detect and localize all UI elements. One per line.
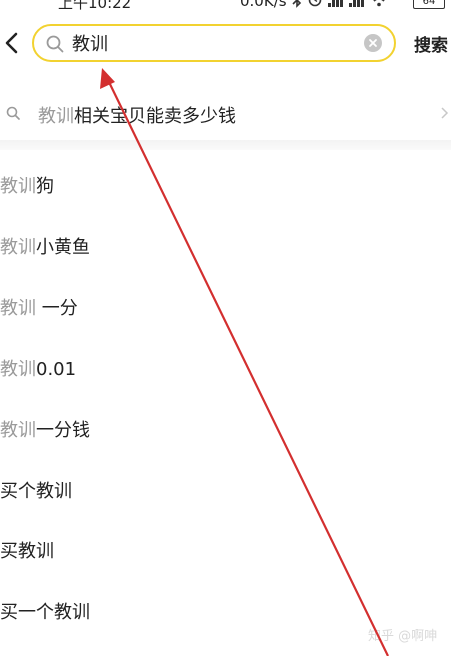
search-suggestion-screen: 上午10:22 0.0K/s 64 教训 搜索 教训相关宝贝能卖多少钱 教训狗 … xyxy=(0,0,451,656)
clear-icon xyxy=(369,39,377,47)
suggestion-rest: 小黄鱼 xyxy=(36,237,90,258)
watermark: 知乎 @啊呻 xyxy=(368,629,438,644)
suggestion-item[interactable]: 教训0.01 xyxy=(0,355,451,395)
section-divider xyxy=(0,140,451,150)
related-price-suggestion[interactable]: 教训相关宝贝能卖多少钱 xyxy=(0,92,451,136)
query-highlight: 教训 xyxy=(0,176,36,197)
signal-icon-2 xyxy=(349,0,364,7)
status-bar: 上午10:22 0.0K/s 64 xyxy=(0,0,451,14)
alarm-icon xyxy=(308,0,322,7)
suggestion-item[interactable]: 教训一分钱 xyxy=(0,416,451,456)
query-highlight: 教训 xyxy=(0,359,36,380)
wifi-icon xyxy=(373,0,385,7)
suggestion-item[interactable]: 教训小黄鱼 xyxy=(0,233,451,273)
clear-button[interactable] xyxy=(364,34,382,52)
suggestion-rest: 买教训 xyxy=(0,541,54,562)
suggestion-item[interactable]: 买教训 xyxy=(0,537,451,577)
signal-icon xyxy=(328,0,343,7)
search-icon xyxy=(6,106,20,120)
status-time: 上午10:22 xyxy=(58,0,132,12)
suggestion-rest: 一分钱 xyxy=(36,420,90,441)
suggestion-rest: 狗 xyxy=(36,176,54,197)
bluetooth-icon xyxy=(292,0,302,8)
search-icon xyxy=(46,35,64,53)
battery-icon: 64 xyxy=(413,0,445,9)
suggestion-rest: 买个教训 xyxy=(0,481,72,502)
status-icons xyxy=(292,0,388,8)
suggestion-rest: 买一个教训 xyxy=(0,602,90,623)
chevron-right-icon xyxy=(441,107,449,119)
search-box[interactable] xyxy=(32,24,396,62)
suggestion-rest: 相关宝贝能卖多少钱 xyxy=(74,106,236,127)
query-highlight: 教训 xyxy=(0,237,36,258)
search-input[interactable] xyxy=(72,29,352,57)
suggestion-item[interactable]: 买个教训 xyxy=(0,477,451,517)
suggestion-rest: 0.01 xyxy=(36,359,77,380)
query-highlight: 教训 xyxy=(38,106,74,127)
back-button[interactable] xyxy=(0,28,22,58)
query-highlight: 教训 xyxy=(0,298,36,319)
suggestion-item[interactable]: 教训 一分 xyxy=(0,294,451,334)
suggestion-rest: 一分 xyxy=(36,298,78,319)
search-button[interactable]: 搜索 xyxy=(414,31,448,56)
related-suggestion-text: 教训相关宝贝能卖多少钱 xyxy=(38,102,236,128)
network-speed: 0.0K/s xyxy=(240,0,287,10)
suggestion-item[interactable]: 教训狗 xyxy=(0,172,451,212)
back-arrow-icon xyxy=(5,32,18,54)
query-highlight: 教训 xyxy=(0,420,36,441)
